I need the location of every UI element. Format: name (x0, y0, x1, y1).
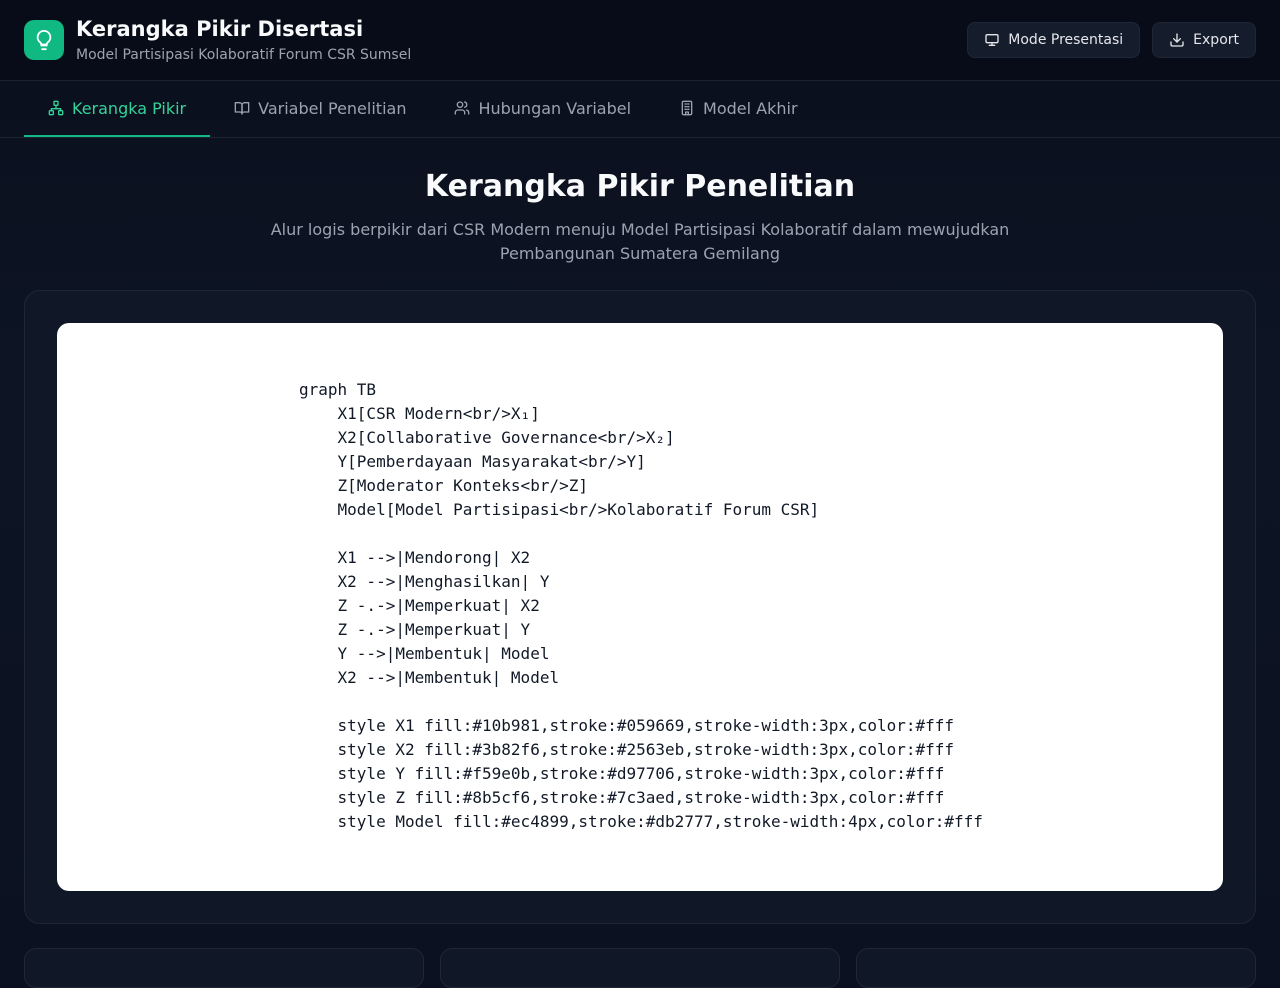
lightbulb-icon (24, 20, 64, 60)
diagram-panel: graph TB X1[CSR Modern<br/>X₁] X2[Collab… (24, 290, 1256, 924)
tab-label: Kerangka Pikir (72, 98, 187, 118)
export-label: Export (1193, 32, 1239, 48)
network-icon (48, 100, 64, 116)
page-hero: Kerangka Pikir Penelitian Alur logis ber… (0, 138, 1280, 266)
download-icon (1169, 32, 1185, 48)
diagram-card: graph TB X1[CSR Modern<br/>X₁] X2[Collab… (57, 323, 1223, 891)
app-subtitle: Model Partisipasi Kolaboratif Forum CSR … (76, 46, 412, 63)
tab-label: Model Akhir (703, 98, 798, 118)
summary-cards (24, 948, 1256, 988)
users-icon (454, 100, 470, 116)
export-button[interactable]: Export (1152, 22, 1256, 58)
tab-variabel-penelitian[interactable]: Variabel Penelitian (210, 81, 430, 137)
summary-card (856, 948, 1256, 988)
tab-hubungan-variabel[interactable]: Hubungan Variabel (430, 81, 655, 137)
presentation-mode-button[interactable]: Mode Presentasi (967, 22, 1141, 58)
tab-kerangka-pikir[interactable]: Kerangka Pikir (24, 81, 211, 137)
page-description: Alur logis berpikir dari CSR Modern menu… (270, 220, 1010, 263)
summary-card (440, 948, 840, 988)
summary-card (24, 948, 424, 988)
tab-label: Variabel Penelitian (258, 98, 407, 118)
diagram-source-code: graph TB X1[CSR Modern<br/>X₁] X2[Collab… (299, 380, 983, 831)
app-header: Kerangka Pikir Disertasi Model Partisipa… (0, 0, 1280, 81)
book-icon (234, 100, 250, 116)
page-title: Kerangka Pikir Penelitian (424, 169, 856, 204)
tab-model-akhir[interactable]: Model Akhir (655, 81, 822, 137)
brand: Kerangka Pikir Disertasi Model Partisipa… (24, 17, 412, 63)
app-title: Kerangka Pikir Disertasi (76, 17, 364, 42)
monitor-icon (984, 32, 1000, 48)
tab-label: Hubungan Variabel (478, 98, 632, 118)
tab-bar: Kerangka Pikir Variabel Penelitian Hubun… (0, 81, 1280, 138)
presentation-mode-label: Mode Presentasi (1008, 32, 1124, 48)
building-icon (679, 100, 695, 116)
